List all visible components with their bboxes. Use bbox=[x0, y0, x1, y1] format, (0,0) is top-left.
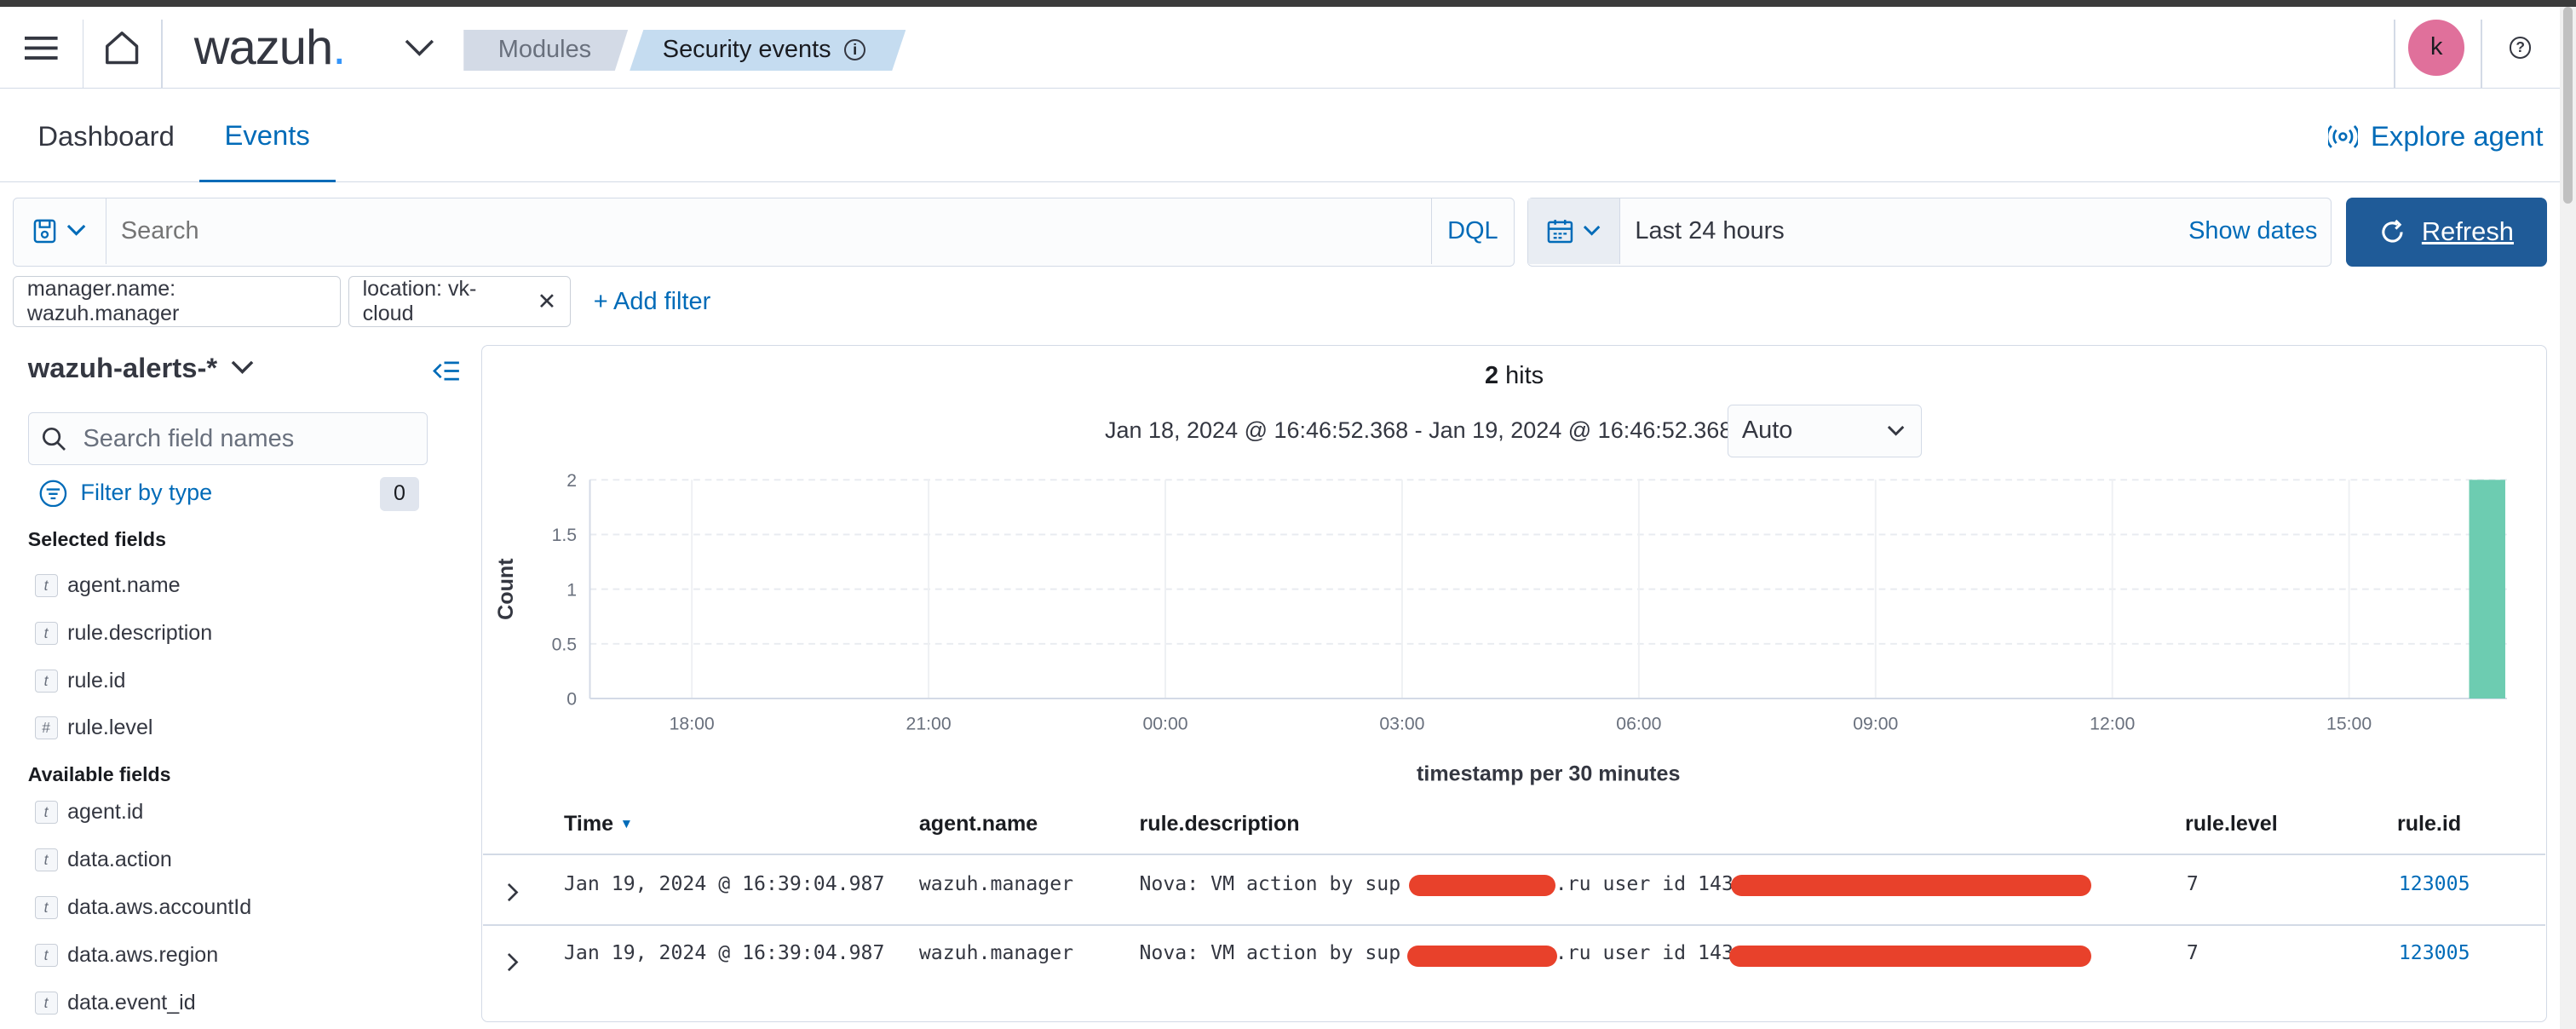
tab-events[interactable]: Events bbox=[198, 90, 336, 183]
expand-row-icon[interactable] bbox=[506, 949, 519, 980]
cell-rule-level: 7 bbox=[2186, 941, 2199, 964]
time-range-text: Jan 18, 2024 @ 16:46:52.368 - Jan 19, 20… bbox=[1104, 417, 1733, 444]
tab-dashboard[interactable]: Dashboard bbox=[37, 90, 174, 182]
wazuh-logo[interactable]: wazuh. bbox=[194, 7, 347, 89]
column-header-rule-id[interactable]: rule.id bbox=[2397, 812, 2461, 836]
refresh-icon bbox=[2382, 219, 2403, 243]
y-tick-label: 0 bbox=[567, 690, 578, 710]
field-data-aws-region[interactable]: t data.aws.region bbox=[34, 940, 218, 970]
filter-pill-manager[interactable]: manager.name: wazuh.manager bbox=[13, 276, 341, 328]
help-icon[interactable]: ? bbox=[2502, 7, 2538, 89]
time-picker: Last 24 hours Show dates bbox=[1527, 197, 2332, 267]
field-rule-description[interactable]: t rule.description bbox=[34, 618, 212, 648]
histogram-bar bbox=[2469, 480, 2506, 699]
index-pattern-selector[interactable]: wazuh-alerts-* bbox=[28, 352, 254, 384]
module-tabs: Dashboard Events Explore agent bbox=[0, 90, 2560, 183]
chevron-down-icon bbox=[1887, 425, 1904, 436]
x-tick-label: 03:00 bbox=[1380, 715, 1425, 734]
page-scrollbar[interactable] bbox=[2560, 6, 2576, 1029]
cell-description-part1: Nova: VM action by sup bbox=[1139, 941, 1401, 964]
quick-menu-button[interactable] bbox=[1527, 198, 1621, 264]
calendar-icon bbox=[1547, 219, 1573, 243]
histogram-chart: 2 1.5 1 0.5 0 18:00 21:00 00:00 03:00 06:00 09:00 1… bbox=[494, 471, 2508, 786]
redaction-mark bbox=[1729, 945, 2091, 967]
chevron-down-icon[interactable] bbox=[401, 7, 437, 89]
column-header-time[interactable]: Time ▼ bbox=[564, 812, 633, 836]
antenna-icon bbox=[2327, 124, 2358, 148]
field-agent-id[interactable]: t agent.id bbox=[34, 797, 143, 827]
x-tick-label: 21:00 bbox=[906, 715, 952, 734]
cell-rule-id-link[interactable]: 123005 bbox=[2399, 942, 2470, 964]
home-icon[interactable] bbox=[95, 7, 148, 89]
y-tick-label: 1.5 bbox=[552, 526, 578, 545]
x-tick-label: 15:00 bbox=[2326, 715, 2372, 734]
menu-icon[interactable] bbox=[16, 7, 66, 89]
cell-agent-name: wazuh.manager bbox=[918, 941, 1074, 964]
column-header-agent-name[interactable]: agent.name bbox=[919, 812, 1038, 836]
cell-rule-level: 7 bbox=[2186, 872, 2199, 895]
y-axis-title: Count bbox=[494, 558, 518, 620]
breadcrumb-modules[interactable]: Modules bbox=[463, 29, 629, 71]
sort-desc-icon: ▼ bbox=[619, 816, 634, 831]
field-search-input[interactable]: Search field names bbox=[27, 412, 428, 466]
explore-agent-button[interactable]: Explore agent bbox=[2327, 90, 2543, 182]
expand-row-icon[interactable] bbox=[506, 880, 519, 911]
breadcrumb-security-events: Security events i bbox=[630, 29, 906, 71]
cell-agent-name: wazuh.manager bbox=[918, 872, 1074, 895]
save-icon bbox=[33, 219, 56, 243]
x-tick-label: 00:00 bbox=[1143, 715, 1188, 734]
column-header-rule-level[interactable]: rule.level bbox=[2185, 812, 2278, 836]
add-filter-button[interactable]: + Add filter bbox=[594, 276, 711, 327]
filter-count-badge: 0 bbox=[379, 476, 420, 512]
top-header: wazuh. Modules Security events i k ? bbox=[0, 6, 2560, 89]
chevron-down-icon bbox=[66, 225, 86, 237]
cell-description-part1: Nova: VM action by sup bbox=[1139, 872, 1401, 895]
x-tick-label: 12:00 bbox=[2090, 715, 2135, 734]
selected-fields-heading: Selected fields bbox=[27, 527, 166, 550]
window-top-stripe bbox=[0, 0, 2576, 7]
cell-time: Jan 19, 2024 @ 16:39:04.987 bbox=[563, 872, 885, 895]
y-tick-label: 0.5 bbox=[552, 635, 578, 655]
x-axis-title: timestamp per 30 minutes bbox=[1417, 762, 1680, 786]
redaction-mark bbox=[1407, 945, 1557, 967]
query-bar: DQL bbox=[13, 197, 1515, 267]
y-tick-label: 2 bbox=[567, 471, 578, 491]
chevron-down-icon bbox=[231, 361, 253, 375]
cell-description-part2: .ru user id 143 bbox=[1555, 941, 1734, 964]
dql-toggle[interactable]: DQL bbox=[1431, 198, 1514, 264]
time-range-label[interactable]: Last 24 hours bbox=[1635, 198, 1784, 264]
avatar[interactable]: k bbox=[2407, 7, 2466, 89]
redaction-mark bbox=[1409, 874, 1555, 896]
search-icon bbox=[43, 427, 66, 451]
field-rule-level[interactable]: # rule.level bbox=[34, 714, 152, 744]
field-data-aws-accountid[interactable]: t data.aws.accountId bbox=[34, 893, 251, 923]
show-dates-link[interactable]: Show dates bbox=[2188, 198, 2317, 264]
chevron-down-icon bbox=[1584, 226, 1601, 237]
cell-description-part2: .ru user id 143 bbox=[1555, 872, 1734, 895]
cell-rule-id-link[interactable]: 123005 bbox=[2399, 873, 2470, 895]
close-icon[interactable]: ✕ bbox=[538, 289, 557, 315]
search-input[interactable] bbox=[107, 198, 1434, 264]
field-data-event-id[interactable]: t data.event_id bbox=[34, 988, 196, 1018]
redaction-mark bbox=[1731, 874, 2091, 896]
available-fields-heading: Available fields bbox=[27, 762, 171, 785]
field-rule-id[interactable]: t rule.id bbox=[34, 666, 125, 696]
y-tick-label: 1 bbox=[567, 581, 578, 601]
interval-select[interactable]: Auto bbox=[1728, 404, 1923, 457]
filter-icon bbox=[39, 480, 67, 507]
filter-pill-location[interactable]: location: vk-cloud ✕ bbox=[348, 276, 571, 328]
field-data-action[interactable]: t data.action bbox=[34, 845, 172, 875]
column-header-rule-description[interactable]: rule.description bbox=[1139, 812, 1299, 836]
x-tick-label: 06:00 bbox=[1617, 715, 1662, 734]
filter-by-type-button[interactable]: Filter by type bbox=[39, 477, 212, 510]
refresh-button[interactable]: Refresh bbox=[2346, 197, 2547, 267]
info-icon: i bbox=[844, 39, 866, 61]
x-tick-label: 18:00 bbox=[670, 715, 715, 734]
cell-time: Jan 19, 2024 @ 16:39:04.987 bbox=[563, 941, 885, 964]
saved-query-button[interactable] bbox=[14, 198, 106, 264]
x-tick-label: 09:00 bbox=[1854, 715, 1899, 734]
collapse-sidebar-icon[interactable] bbox=[432, 359, 461, 389]
hits-counter: 2 hits bbox=[1484, 361, 1544, 389]
field-agent-name[interactable]: t agent.name bbox=[34, 571, 181, 601]
